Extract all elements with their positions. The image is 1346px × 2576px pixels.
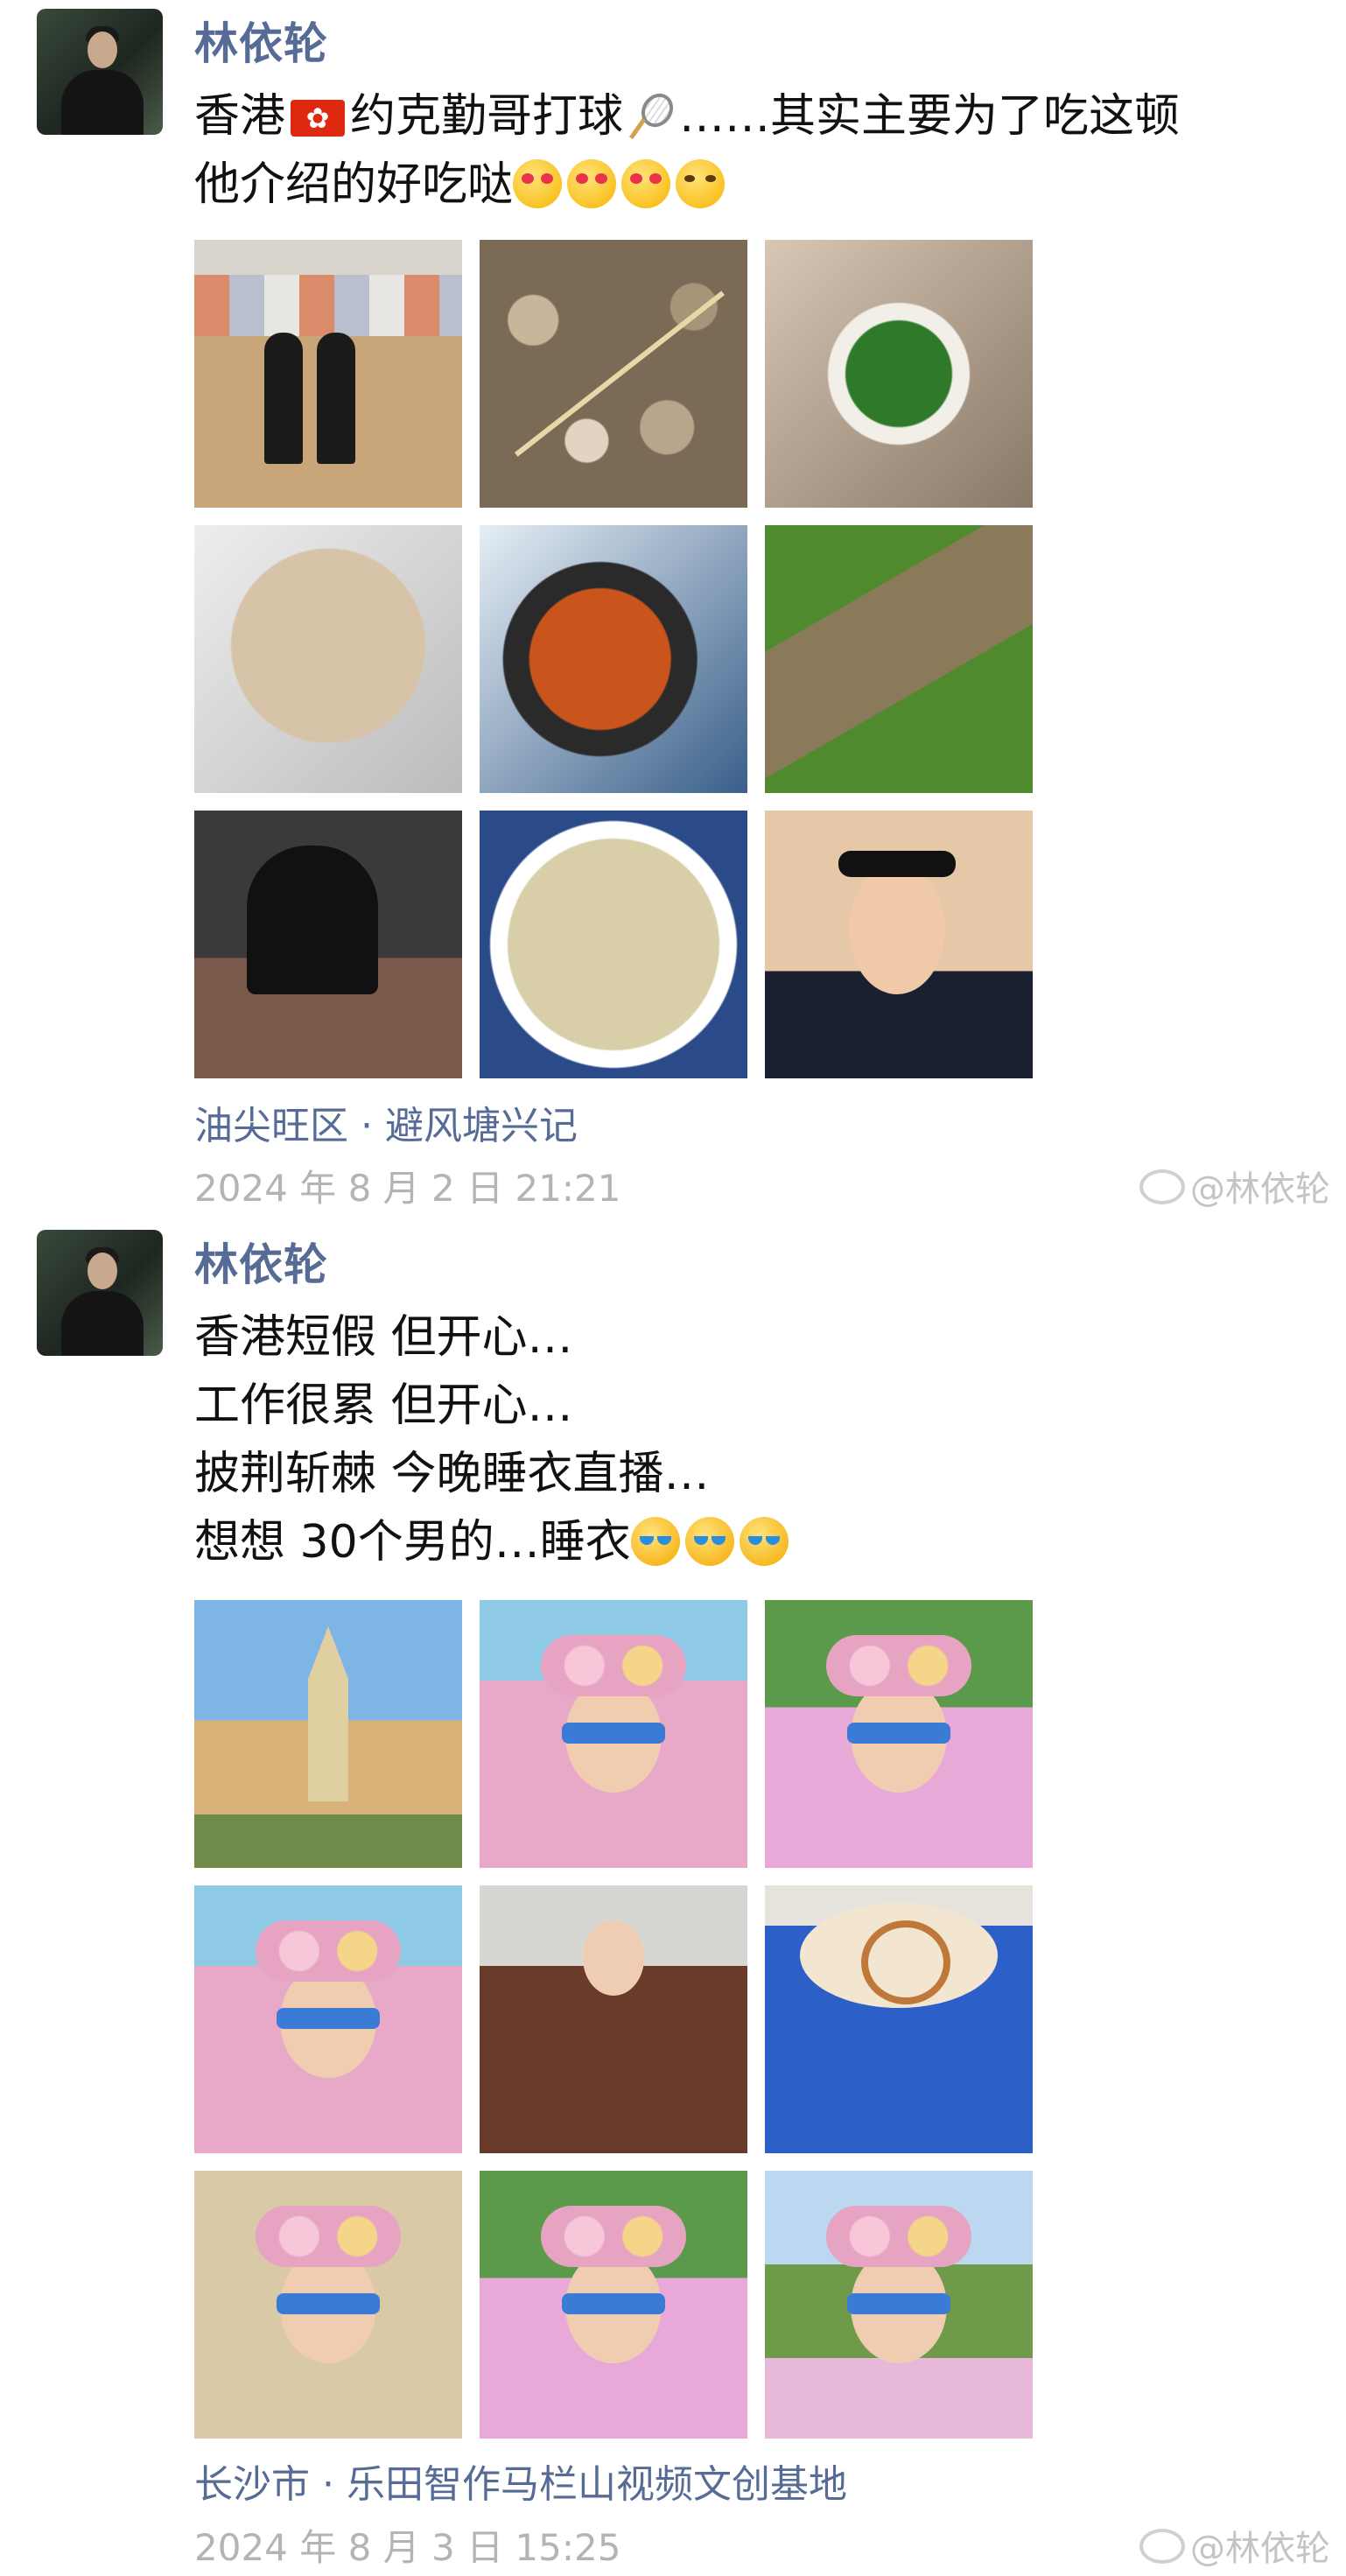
snails-photo[interactable]	[480, 240, 747, 508]
weibo-icon	[1139, 1169, 1185, 1204]
post-text: 香港约克勤哥打球……其实主要为了吃这顿 他介绍的好吃哒	[194, 82, 1306, 219]
post-text-line-4: 想想 30个男的…睡衣	[194, 1508, 1306, 1576]
castle-photo[interactable]	[194, 1600, 462, 1868]
platter-photo[interactable]	[765, 240, 1033, 508]
weibo-watermark: @林依轮	[1139, 1161, 1330, 1211]
heart-eyes-emoji	[621, 159, 671, 208]
author-name[interactable]: 林依轮	[194, 1230, 328, 1293]
post-text-line-1: 香港约克勤哥打球……其实主要为了吃这顿	[194, 82, 1306, 151]
crab-photo[interactable]	[480, 525, 747, 793]
heart-eyes-emoji	[567, 159, 617, 208]
garden-photo[interactable]	[765, 2171, 1033, 2439]
pink-outfit-photo[interactable]	[480, 1600, 747, 1868]
heart-eyes-emoji	[513, 159, 563, 208]
laugh-cry-emoji	[684, 1517, 734, 1566]
plush-hat-selfie-photo[interactable]	[765, 1600, 1033, 1868]
photo-grid	[194, 240, 1034, 1098]
clams-photo[interactable]	[765, 525, 1033, 793]
weibo-watermark: @林依轮	[1139, 2520, 1330, 2571]
selfie-headband-photo[interactable]	[765, 811, 1033, 1078]
avatar[interactable]	[37, 1230, 163, 1356]
plush-hat-photo-3[interactable]	[194, 2171, 462, 2439]
post-text-line-1: 香港短假 但开心…	[194, 1311, 573, 1364]
dinner-party-photo[interactable]	[194, 811, 462, 1078]
post-text-line-2: 工作很累 但开心…	[194, 1379, 573, 1432]
photo-grid	[194, 1600, 1034, 2458]
steamed-fish-photo[interactable]	[480, 811, 747, 1078]
feed-post-1: 林依轮 香港约克勤哥打球……其实主要为了吃这顿 他介绍的好吃哒 油尖旺区 · 避…	[0, 0, 1346, 1221]
laugh-cry-emoji	[739, 1517, 789, 1566]
feed-post-2: 林依轮 香港短假 但开心… 工作很累 但开心… 披荆斩棘 今晚睡衣直播… 想想 …	[0, 1221, 1346, 2576]
post-timestamp: 2024 年 8 月 2 日 21:21	[194, 1167, 621, 1210]
post-text: 香港短假 但开心… 工作很累 但开心… 披荆斩棘 今晚睡衣直播… 想想 30个男…	[194, 1303, 1306, 1576]
mickey-latte-photo[interactable]	[765, 1885, 1033, 2153]
badminton-racket-icon	[627, 91, 676, 140]
grin-emoji	[676, 159, 726, 208]
hk-flag-icon	[291, 100, 346, 137]
badminton-court-photo[interactable]	[194, 240, 462, 508]
pink-chair-photo[interactable]	[480, 2171, 747, 2439]
author-name[interactable]: 林依轮	[194, 9, 328, 72]
tofu-skin-photo[interactable]	[194, 525, 462, 793]
post-text-line-2: 他介绍的好吃哒	[194, 151, 1306, 219]
avatar[interactable]	[37, 9, 163, 135]
location-link[interactable]: 长沙市 · 乐田智作马栏山视频文创基地	[194, 2453, 847, 2509]
weibo-icon	[1139, 2529, 1185, 2564]
post-text-line-3: 披荆斩棘 今晚睡衣直播…	[194, 1448, 710, 1500]
location-link[interactable]: 油尖旺区 · 避风塘兴记	[194, 1094, 578, 1150]
post-timestamp: 2024 年 8 月 3 日 15:25	[194, 2526, 621, 2569]
plush-hat-photo-2[interactable]	[194, 1885, 462, 2153]
laugh-cry-emoji	[630, 1517, 680, 1566]
robe-photo[interactable]	[480, 1885, 747, 2153]
